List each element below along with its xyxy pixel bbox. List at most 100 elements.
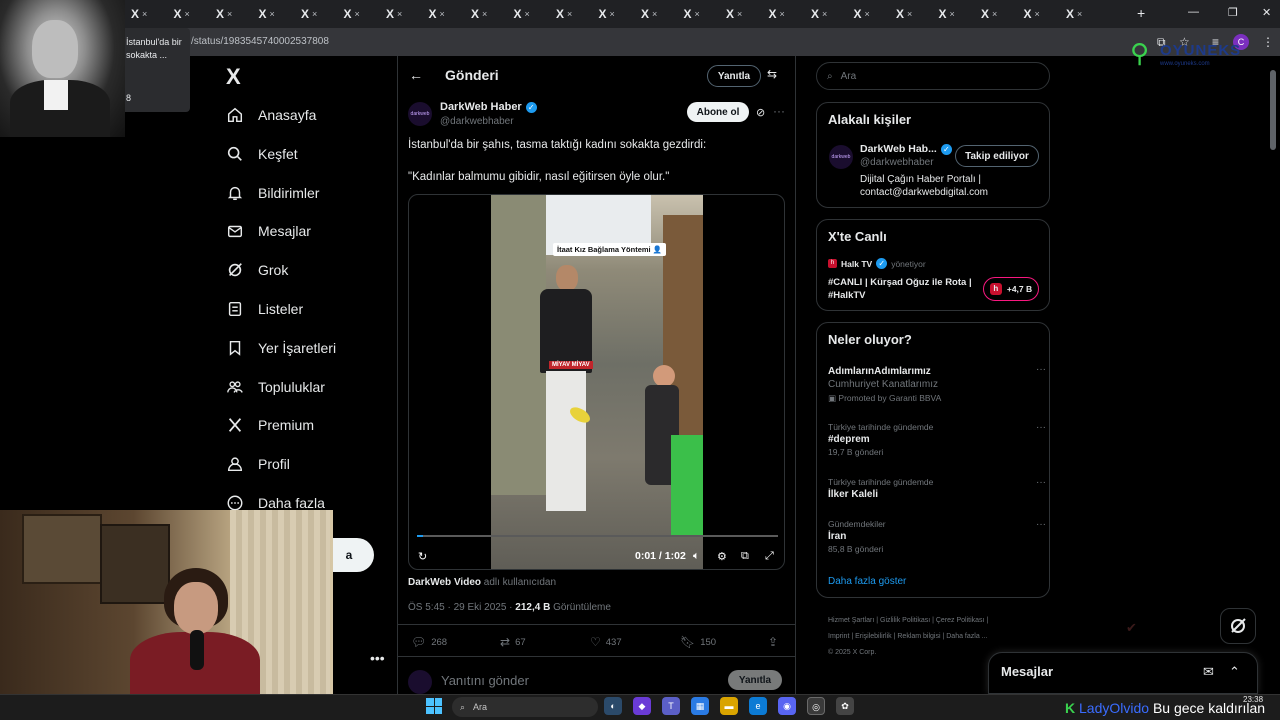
promoted-trend[interactable]: AdımlarınAdımlarımız Cumhuriyet Kanatlar…: [828, 364, 1046, 404]
browser-tab[interactable]: X ×: [297, 4, 337, 24]
video-progress-bar[interactable]: [417, 535, 778, 537]
scrollbar[interactable]: [1270, 70, 1276, 150]
browser-tab[interactable]: X ×: [722, 4, 762, 24]
nav-item-mail[interactable]: Mesajlar: [226, 222, 311, 240]
video-player[interactable]: İtaat Kız Bağlama Yöntemi 👤 MİYAV MİYAV …: [408, 194, 785, 570]
app-icon[interactable]: ✿: [836, 697, 854, 715]
trend-item[interactable]: Türkiye tarihinde gündemde İlker Kaleli ··…: [828, 477, 1046, 502]
author-handle[interactable]: @darkwebhaber: [440, 116, 514, 127]
like-stat[interactable]: ♡ 437: [590, 635, 622, 649]
browser-tab[interactable]: X ×: [892, 4, 932, 24]
video-settings-icon[interactable]: ⚙: [717, 550, 727, 563]
close-tab-icon[interactable]: ×: [865, 9, 870, 19]
minimize-icon[interactable]: —: [1188, 6, 1199, 18]
share-icon[interactable]: ⇪: [768, 635, 778, 649]
close-window-icon[interactable]: ✕: [1262, 6, 1271, 19]
trend-item[interactable]: Gündemdekiler İran 85,8 B gönderi ···: [828, 519, 1046, 554]
author-avatar[interactable]: darkweb: [408, 102, 432, 126]
replay-icon[interactable]: ↻: [418, 550, 427, 563]
related-name[interactable]: DarkWeb Hab... ✓: [860, 143, 952, 155]
trend-more-icon[interactable]: ···: [1036, 422, 1046, 433]
live-headline[interactable]: #CANLI | Kürşad Oğuz ile Rota | #HalkTV: [828, 276, 978, 302]
edge-icon[interactable]: e: [749, 697, 767, 715]
close-tab-icon[interactable]: ×: [992, 9, 997, 19]
copilot-icon[interactable]: ◆: [633, 697, 651, 715]
close-tab-icon[interactable]: ×: [397, 9, 402, 19]
following-button[interactable]: Takip ediliyor: [955, 145, 1039, 167]
browser-tab[interactable]: X ×: [467, 4, 507, 24]
trend-more-icon[interactable]: ···: [1036, 364, 1046, 375]
account-more-icon[interactable]: •••: [370, 650, 385, 666]
maximize-icon[interactable]: ❐: [1228, 6, 1238, 19]
reply-stat[interactable]: 💬︎ 268: [411, 635, 447, 649]
nav-item-grok[interactable]: Grok: [226, 261, 288, 279]
store-icon[interactable]: ▦: [691, 697, 709, 715]
close-tab-icon[interactable]: ×: [950, 9, 955, 19]
browser-tab[interactable]: X ×: [382, 4, 422, 24]
taskbar-search[interactable]: ⌕ Ara: [452, 697, 598, 717]
new-message-icon[interactable]: ✉: [1203, 664, 1214, 680]
live-listeners-pill[interactable]: h +4,7 B: [983, 277, 1039, 301]
teams-icon[interactable]: T: [662, 697, 680, 715]
browser-tab[interactable]: X ×: [807, 4, 847, 24]
browser-tab[interactable]: X ×: [935, 4, 975, 24]
close-tab-icon[interactable]: ×: [695, 9, 700, 19]
close-tab-icon[interactable]: ×: [737, 9, 742, 19]
nav-item-people[interactable]: Topluluklar: [226, 378, 325, 396]
related-handle[interactable]: @darkwebhaber: [860, 157, 934, 168]
settings-sliders-icon[interactable]: ⇆: [767, 67, 777, 81]
discord-icon[interactable]: ◉: [778, 697, 796, 715]
close-tab-icon[interactable]: ×: [822, 9, 827, 19]
taskbar-clock[interactable]: 23:38: [1243, 695, 1263, 705]
browser-tab[interactable]: X ×: [255, 4, 295, 24]
browser-tab[interactable]: X ×: [977, 4, 1017, 24]
close-tab-icon[interactable]: ×: [1035, 9, 1040, 19]
nav-item-x[interactable]: Premium: [226, 416, 314, 434]
nav-item-home[interactable]: Anasayfa: [226, 106, 316, 124]
video-source-name[interactable]: DarkWeb Video: [408, 577, 481, 588]
nav-item-bookmark[interactable]: Yer İşaretleri: [226, 339, 336, 357]
reply-submit-button[interactable]: Yanıtla: [728, 670, 782, 690]
related-avatar[interactable]: darkweb: [829, 145, 853, 169]
video-source[interactable]: DarkWeb Video adlı kullanıcıdan: [408, 577, 556, 588]
browser-tab[interactable]: X ×: [425, 4, 465, 24]
browser-tab[interactable]: X ×: [170, 4, 210, 24]
browser-tab[interactable]: X ×: [510, 4, 550, 24]
close-tab-icon[interactable]: ×: [185, 9, 190, 19]
new-tab-button[interactable]: +: [1137, 5, 1145, 21]
browser-tab[interactable]: X ×: [1062, 4, 1102, 24]
nav-item-person[interactable]: Profil: [226, 455, 290, 473]
volume-icon[interactable]: 🔈︎: [693, 550, 700, 563]
browser-tab[interactable]: X ×: [595, 4, 635, 24]
nav-item-bell[interactable]: Bildirimler: [226, 184, 319, 202]
close-tab-icon[interactable]: ×: [610, 9, 615, 19]
footer-line[interactable]: Imprint | Erişilebilirlik | Reklam bilgi…: [828, 629, 1043, 645]
close-tab-icon[interactable]: ×: [907, 9, 912, 19]
browser-tab[interactable]: X ×: [1020, 4, 1060, 24]
bookmark-stat[interactable]: 🔖︎ 150: [680, 635, 716, 649]
close-tab-icon[interactable]: ×: [440, 9, 445, 19]
grok-icon[interactable]: ⊘: [756, 106, 765, 119]
live-source[interactable]: h Halk TV ✓ yönetiyor: [828, 258, 926, 269]
header-reply-button[interactable]: Yanıtla: [707, 65, 761, 87]
more-options-icon[interactable]: ···: [773, 104, 785, 118]
pip-icon[interactable]: ⧉: [741, 550, 749, 563]
post-timestamp[interactable]: ÖS 5:45 · 29 Eki 2025 ·: [408, 602, 515, 613]
search-input[interactable]: ⌕ Ara: [816, 62, 1050, 90]
browser-menu-icon[interactable]: ⋮: [1262, 35, 1274, 49]
url-field[interactable]: /status/1983545740002537808: [191, 36, 329, 47]
close-tab-icon[interactable]: ×: [567, 9, 572, 19]
nav-item-list[interactable]: Listeler: [226, 300, 303, 318]
windows-start-icon[interactable]: [426, 698, 442, 714]
grok-floating-button[interactable]: [1220, 608, 1256, 644]
close-tab-icon[interactable]: ×: [780, 9, 785, 19]
x-logo[interactable]: X: [226, 64, 241, 90]
browser-tab[interactable]: X ×: [340, 4, 380, 24]
close-tab-icon[interactable]: ×: [355, 9, 360, 19]
trend-more-icon[interactable]: ···: [1036, 519, 1046, 530]
close-tab-icon[interactable]: ×: [482, 9, 487, 19]
browser-tab[interactable]: X ×: [765, 4, 805, 24]
browser-tab[interactable]: X ×: [127, 4, 167, 24]
footer-line[interactable]: Hizmet Şartları | Gizlilik Politikası | …: [828, 613, 1043, 629]
browser-tab[interactable]: X ×: [850, 4, 890, 24]
